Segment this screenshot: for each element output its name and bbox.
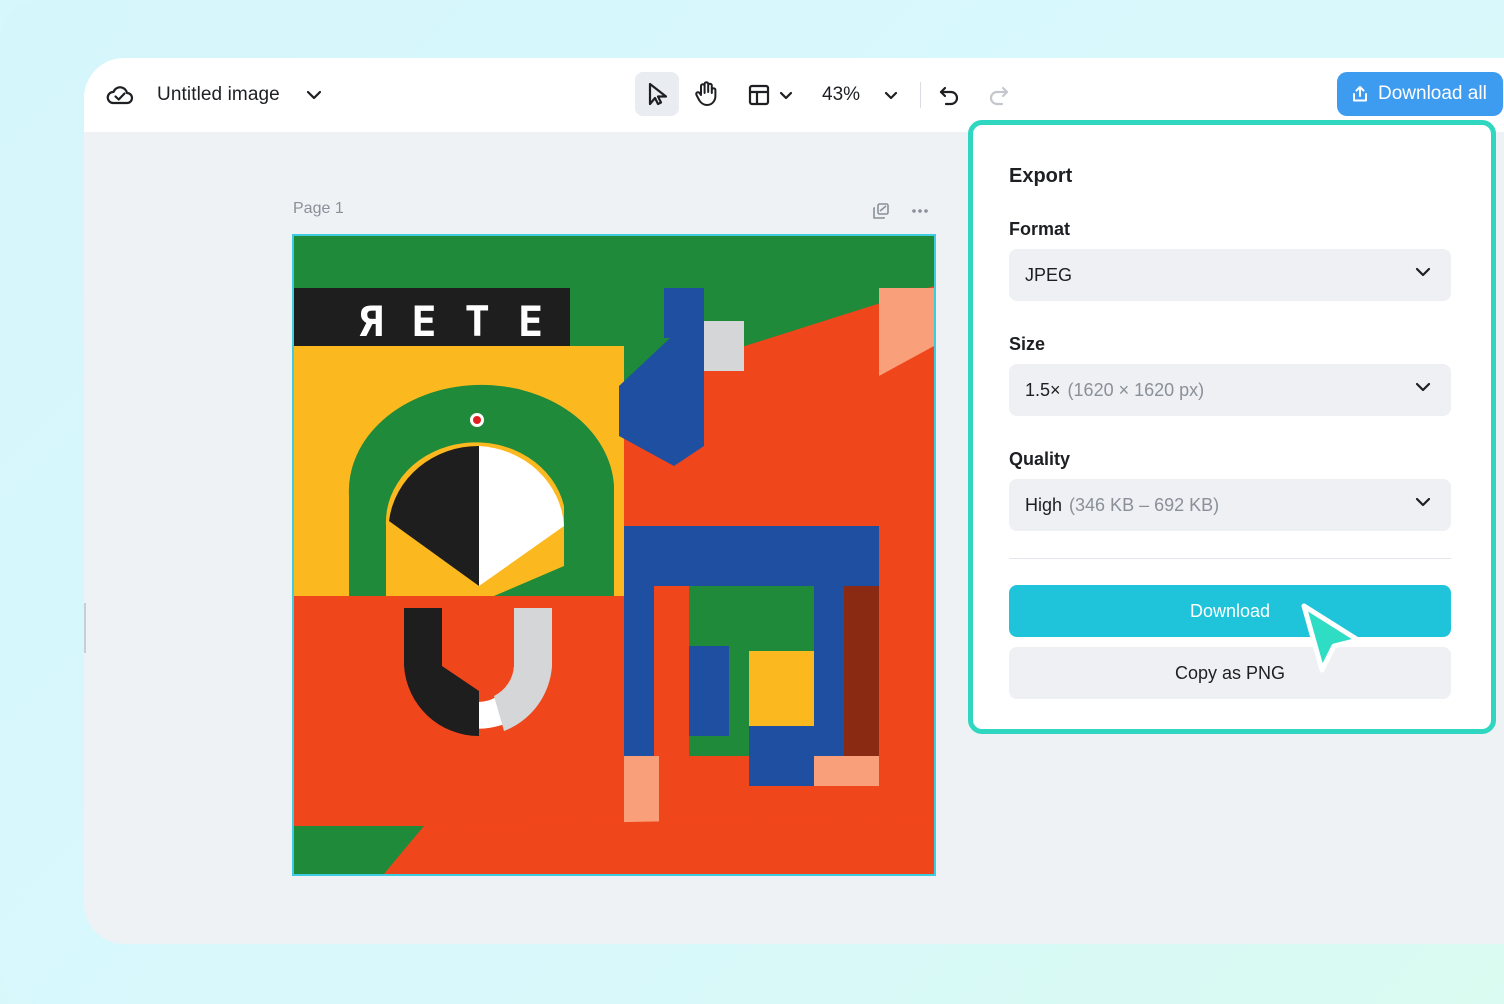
- quality-select[interactable]: High (346 KB – 692 KB): [1009, 479, 1451, 531]
- document-title[interactable]: Untitled image: [157, 80, 280, 110]
- quality-detail: (346 KB – 692 KB): [1069, 494, 1220, 515]
- redo-icon[interactable]: [984, 80, 1014, 110]
- chevron-down-icon: [1415, 382, 1431, 392]
- size-select[interactable]: 1.5× (1620 × 1620 px): [1009, 364, 1451, 416]
- layout-icon[interactable]: [744, 78, 774, 112]
- artwork-text: ЯETE: [358, 297, 571, 346]
- format-value: JPEG: [1025, 264, 1073, 285]
- export-panel: Export Format JPEG Size 1.5× (1620 × 162…: [968, 120, 1496, 734]
- duplicate-page-icon[interactable]: [870, 200, 892, 222]
- size-value: 1.5×: [1025, 379, 1061, 400]
- chevron-down-icon: [1415, 267, 1431, 277]
- zoom-chevron-down-icon[interactable]: [880, 83, 902, 107]
- quality-label: Quality: [1009, 449, 1071, 469]
- download-all-label: Download all: [1378, 83, 1487, 104]
- zoom-level[interactable]: 43%: [822, 80, 860, 110]
- download-all-button[interactable]: Download all: [1337, 72, 1503, 116]
- toolbar-divider: [920, 82, 921, 108]
- copy-as-png-button[interactable]: Copy as PNG: [1009, 647, 1451, 699]
- upload-share-icon: [1353, 86, 1367, 102]
- format-label: Format: [1009, 219, 1071, 239]
- title-chevron-down-icon[interactable]: [302, 83, 326, 107]
- layout-chevron-down-icon[interactable]: [776, 83, 796, 107]
- hand-icon[interactable]: [684, 72, 728, 116]
- more-options-icon[interactable]: [908, 200, 932, 222]
- size-label: Size: [1009, 334, 1046, 354]
- size-detail: (1620 × 1620 px): [1067, 379, 1205, 400]
- panel-edge: [84, 603, 86, 653]
- chevron-down-icon: [1415, 497, 1431, 507]
- download-button[interactable]: Download: [1009, 585, 1451, 637]
- export-divider: [1009, 558, 1451, 559]
- undo-icon[interactable]: [934, 80, 964, 110]
- select-cursor-icon[interactable]: [635, 72, 679, 116]
- mouse-pointer-icon: [1298, 600, 1366, 683]
- cloud-icon[interactable]: [104, 80, 136, 110]
- export-title: Export: [1009, 165, 1073, 187]
- format-select[interactable]: JPEG: [1009, 249, 1451, 301]
- quality-value: High: [1025, 494, 1063, 515]
- page-label: Page 1: [293, 200, 344, 217]
- canvas-artwork[interactable]: ЯETE: [292, 234, 936, 876]
